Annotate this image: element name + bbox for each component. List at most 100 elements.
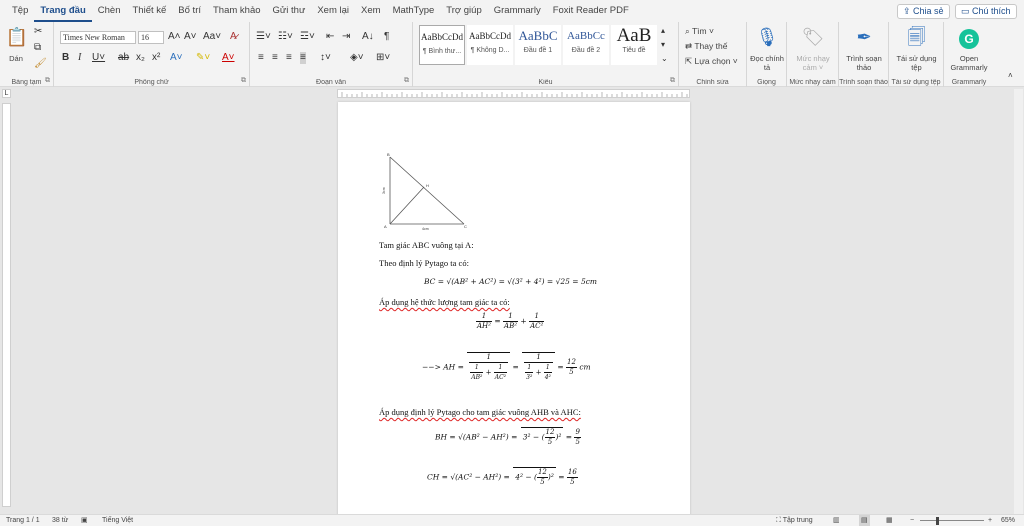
- zoom-out-icon[interactable]: −: [910, 515, 914, 526]
- multilevel-list-icon[interactable]: ☲˅: [300, 31, 315, 43]
- zoom-level[interactable]: 65%: [1001, 515, 1015, 526]
- format-painter-icon[interactable]: 🖌: [34, 58, 47, 70]
- sensitivity-button[interactable]: 🏷 Mức nhạy cảm ˅: [789, 24, 837, 72]
- font-color-icon[interactable]: A˅: [222, 52, 235, 64]
- numbering-icon[interactable]: ☷˅: [278, 31, 293, 43]
- paragraph-text: Áp dụng định lý Pytago cho tam giác vuôn…: [379, 407, 581, 417]
- subscript-icon[interactable]: x₂: [136, 52, 145, 64]
- paste-button[interactable]: 📋 Dán: [4, 24, 28, 63]
- tab-help[interactable]: Trợ giúp: [440, 0, 487, 22]
- tab-home[interactable]: Trang đầu: [34, 0, 92, 22]
- style-normal[interactable]: AaBbCcDd ¶ Bình thư...: [419, 25, 465, 65]
- tab-mailings[interactable]: Gửi thư: [267, 0, 312, 22]
- vertical-ruler[interactable]: [2, 103, 11, 507]
- web-layout-icon[interactable]: ▦: [886, 515, 893, 526]
- styles-scroll-up-icon[interactable]: ▴: [661, 25, 665, 37]
- print-layout-icon[interactable]: ▤: [859, 515, 870, 526]
- styles-scroll-down-icon[interactable]: ▾: [661, 39, 665, 51]
- tab-insert[interactable]: Chèn: [92, 0, 127, 22]
- align-left-icon[interactable]: ≡: [258, 52, 264, 64]
- shading-icon[interactable]: ◈˅: [350, 52, 364, 64]
- tab-foxit[interactable]: Foxit Reader PDF: [547, 0, 635, 22]
- launcher-icon[interactable]: ⧉: [241, 77, 246, 85]
- search-icon: ⌕: [685, 26, 692, 36]
- italic-icon[interactable]: I: [78, 52, 81, 64]
- find-button[interactable]: ⌕ Tìm ˅: [685, 26, 714, 37]
- share-button[interactable]: ⇪ Chia sẻ: [897, 4, 950, 19]
- borders-icon[interactable]: ⊞˅: [376, 52, 390, 64]
- clear-format-icon[interactable]: A̷: [230, 31, 237, 43]
- equation-ah: −−> AH = 1 1 AB² + 1 AC² = 1 1 3² + 1 4² = 12 5…: [422, 352, 591, 381]
- styles-more-icon[interactable]: ⌄: [661, 53, 668, 65]
- tab-layout[interactable]: Bố trí: [172, 0, 207, 22]
- bold-icon[interactable]: B: [62, 52, 69, 64]
- sensitivity-group: 🏷 Mức nhạy cảm ˅ Mức nhạy cảm: [787, 22, 839, 87]
- style-heading-2[interactable]: AaBbCc Đầu đề 2: [563, 25, 609, 65]
- zoom-slider-thumb[interactable]: [936, 517, 939, 525]
- tab-view[interactable]: Xem: [355, 0, 387, 22]
- editor-button[interactable]: ✒ Trình soạn thảo: [841, 24, 887, 72]
- align-center-icon[interactable]: ≡: [272, 52, 278, 64]
- word-count[interactable]: 38 từ: [52, 515, 68, 526]
- page-count[interactable]: Trang 1 / 1: [6, 515, 40, 526]
- horizontal-ruler[interactable]: [337, 89, 690, 98]
- bullets-icon[interactable]: ☰˅: [256, 31, 271, 43]
- text-effects-icon[interactable]: A˅: [170, 52, 183, 64]
- style-title[interactable]: AaB Tiêu đề: [611, 25, 657, 65]
- menu-bar: Tệp Trang đầu Chèn Thiết kế Bố trí Tham …: [0, 0, 1024, 22]
- justify-icon[interactable]: ≡: [300, 52, 306, 64]
- replace-button[interactable]: ⇄ Thay thế: [685, 41, 727, 52]
- zoom-in-icon[interactable]: +: [988, 515, 992, 526]
- vertex-h-label: H: [426, 183, 429, 188]
- launcher-icon[interactable]: ⧉: [404, 77, 409, 85]
- style-heading-1[interactable]: AaBbC Đầu đề 1: [515, 25, 561, 65]
- shrink-font-icon[interactable]: A˅: [184, 31, 197, 43]
- document-page[interactable]: B A C H 3cm 4cm Tam giác ABC vuông tại A…: [338, 102, 690, 522]
- grammarly-icon: G: [956, 24, 982, 50]
- equation-altitude-relation: 1 AH² = 1 AB² + 1 AC²: [476, 312, 545, 330]
- zoom-slider[interactable]: [920, 520, 984, 521]
- increase-indent-icon[interactable]: ⇥: [342, 31, 350, 43]
- cut-icon[interactable]: ✂: [34, 26, 42, 38]
- tab-selector-icon[interactable]: L: [2, 89, 11, 98]
- proofing-icon[interactable]: ▣: [81, 515, 88, 526]
- styles-group: AaBbCcDd ¶ Bình thư... AaBbCcDd ¶ Không …: [413, 22, 679, 87]
- decrease-indent-icon[interactable]: ⇤: [326, 31, 334, 43]
- superscript-icon[interactable]: x²: [152, 52, 160, 64]
- style-no-spacing[interactable]: AaBbCcDd ¶ Không D...: [467, 25, 513, 65]
- underline-icon[interactable]: U˅: [92, 52, 105, 64]
- strikethrough-icon[interactable]: ab: [118, 52, 129, 64]
- focus-mode-button[interactable]: ⛶ Tập trung: [776, 515, 813, 526]
- sort-icon[interactable]: A↓: [362, 31, 374, 43]
- vertical-scrollbar[interactable]: [1014, 89, 1023, 514]
- editor-pen-icon: ✒: [856, 27, 872, 47]
- tab-file[interactable]: Tệp: [6, 0, 34, 22]
- vertex-c-label: C: [464, 224, 467, 229]
- collapse-ribbon-icon[interactable]: ˄: [1008, 70, 1013, 82]
- launcher-icon[interactable]: ⧉: [670, 77, 675, 85]
- read-mode-icon[interactable]: ▥: [833, 515, 840, 526]
- font-size-select[interactable]: 16: [138, 31, 164, 44]
- copy-icon[interactable]: ⧉: [34, 42, 41, 54]
- line-spacing-icon[interactable]: ↕˅: [320, 52, 331, 64]
- change-case-button[interactable]: Aa˅: [203, 31, 221, 43]
- tab-references[interactable]: Tham khảo: [207, 0, 267, 22]
- language-indicator[interactable]: Tiếng Việt: [102, 515, 133, 526]
- tab-review[interactable]: Xem lại: [311, 0, 355, 22]
- comments-button[interactable]: ▭ Chú thích: [955, 4, 1017, 19]
- comment-icon: ▭: [961, 6, 973, 16]
- open-grammarly-button[interactable]: G Open Grammarly: [946, 24, 992, 72]
- font-name-select[interactable]: Times New Roman: [60, 31, 136, 44]
- highlight-icon[interactable]: ✎˅: [196, 52, 210, 64]
- select-button[interactable]: ⇱ Lựa chọn ˅: [685, 56, 738, 67]
- tab-grammarly[interactable]: Grammarly: [488, 0, 547, 22]
- launcher-icon[interactable]: ⧉: [45, 77, 50, 85]
- grow-font-icon[interactable]: A˄: [168, 31, 181, 43]
- dictate-button[interactable]: 🎙 Đọc chính tả: [749, 24, 785, 72]
- reuse-files-button[interactable]: 🗐 Tái sử dụng tệp: [891, 24, 942, 72]
- tab-mathtype[interactable]: MathType: [387, 0, 441, 22]
- align-right-icon[interactable]: ≡: [286, 52, 292, 64]
- pilcrow-icon[interactable]: ¶: [384, 31, 389, 43]
- tab-design[interactable]: Thiết kế: [127, 0, 173, 22]
- paragraph-text: Áp dụng hệ thức lượng tam giác ta có:: [379, 297, 510, 307]
